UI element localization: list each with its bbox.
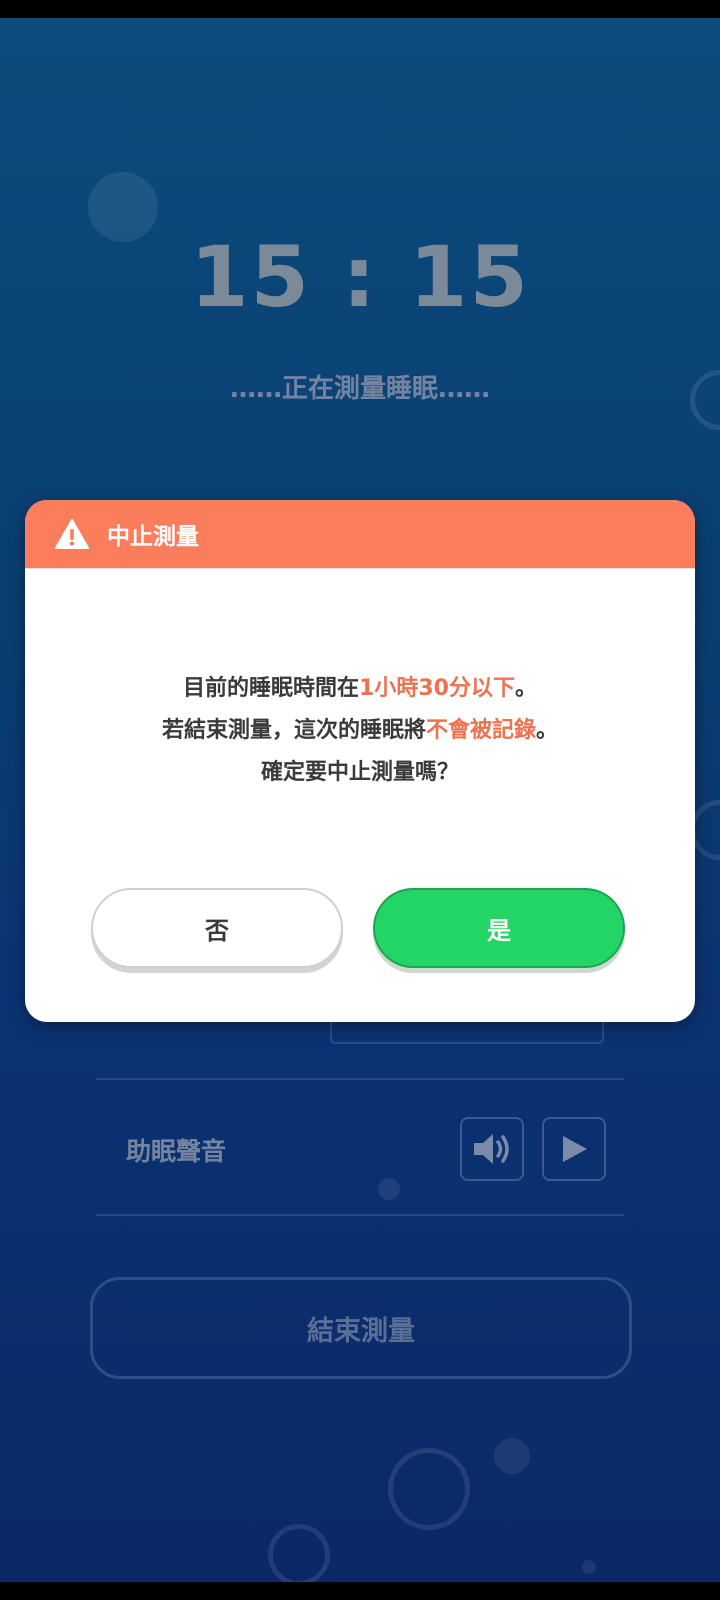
dialog-message: 目前的睡眠時間在1小時30分以下。 若結束測量，這次的睡眠將不會被記錄。 確定要… [25,668,695,794]
dialog-title: 中止測量 [107,524,199,550]
message-highlight: 不會被記錄 [425,718,536,743]
dialog-header: 中止測量 [25,500,695,568]
warning-icon [55,519,89,549]
stop-measurement-dialog: 中止測量 目前的睡眠時間在1小時30分以下。 若結束測量，這次的睡眠將不會被記錄… [25,500,695,1022]
status-bar [0,0,720,18]
message-text: 若結束測量，這次的睡眠將 [161,718,426,743]
yes-button[interactable]: 是 [373,888,625,968]
header-divider [25,568,695,569]
message-text: 目前的睡眠時間在 [183,676,360,701]
no-button[interactable]: 否 [91,888,343,968]
message-text: 。 [514,676,537,701]
message-line-2: 若結束測量，這次的睡眠將不會被記錄。 [25,710,695,752]
message-highlight: 1小時30分以下 [359,676,515,701]
message-line-1: 目前的睡眠時間在1小時30分以下。 [25,668,695,710]
app-screen: 15 : 15 ……正在測量睡眠…… 助眠聲音 結束測量 中止測量 目前的睡眠時… [0,0,720,1600]
navigation-bar [0,1582,720,1600]
message-line-3: 確定要中止測量嗎？ [260,760,459,785]
message-text: 。 [536,718,559,743]
